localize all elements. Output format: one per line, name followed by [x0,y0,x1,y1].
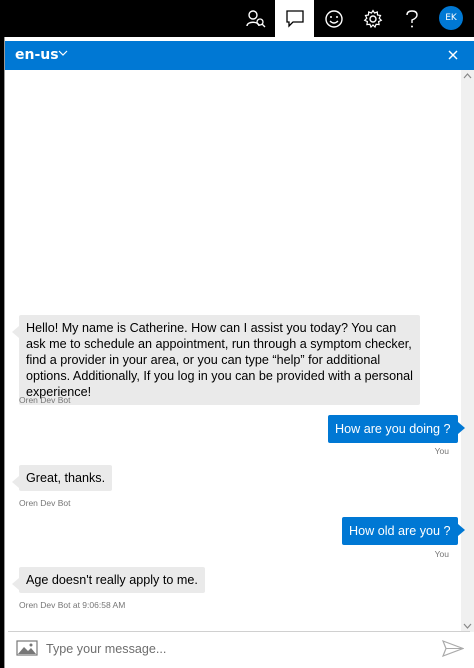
chat-button[interactable] [275,0,314,37]
user-message: How old are you ? [342,517,465,545]
contact-search-icon [245,9,265,27]
gear-icon [363,8,382,28]
user-message: How are you doing ? [328,415,465,443]
message-sender: Oren Dev Bot [19,395,71,405]
scroll-down-arrow-icon[interactable] [463,623,472,629]
bot-message: Hello! My name is Catherine. How can I a… [12,315,420,405]
message-sender: Oren Dev Bot [19,498,71,508]
scroll-up-arrow-icon[interactable] [463,73,472,79]
chat-panel: en-us Hello! My name is Catherine. How c… [4,37,474,668]
send-icon[interactable] [442,640,464,657]
top-toolbar: EK [0,0,474,37]
help-icon [405,9,418,27]
message-sender: You [434,446,449,456]
image-upload-icon[interactable] [16,640,38,656]
settings-button[interactable] [353,0,392,37]
smiley-icon [324,9,343,28]
emoji-button[interactable] [314,0,353,37]
chat-icon [285,9,304,28]
avatar[interactable]: EK [439,6,463,30]
panel-header: en-us [5,41,474,70]
locale-selector[interactable]: en-us [15,47,59,63]
contact-search-button[interactable] [236,0,275,37]
bot-message: Great, thanks. [11,465,113,491]
close-icon[interactable] [446,48,460,62]
bot-message: Age doesn't really apply to me. [12,567,205,593]
message-sender: Oren Dev Bot at 9:06:58 AM [19,600,126,610]
message-composer [8,631,470,666]
chevron-down-icon[interactable] [58,49,68,57]
message-sender: You [434,549,449,559]
help-button[interactable] [392,0,431,37]
message-scrollbar[interactable] [461,70,474,632]
message-input[interactable] [46,638,431,660]
